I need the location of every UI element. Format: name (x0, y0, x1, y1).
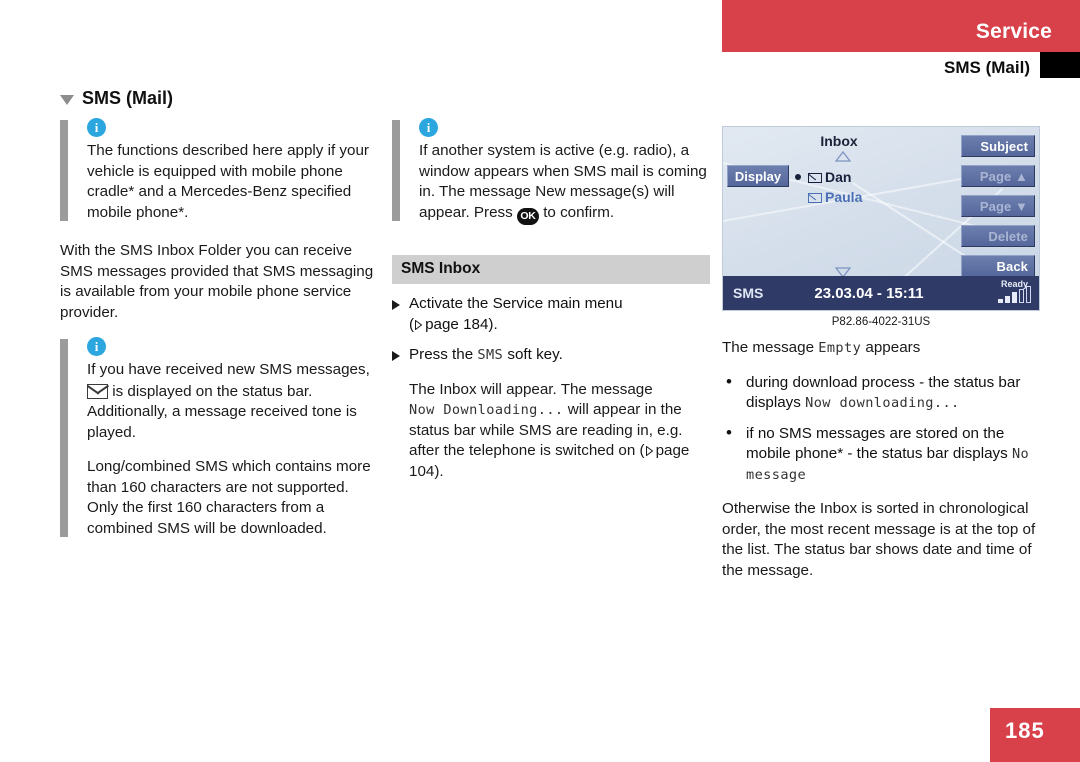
screen-title: Inbox (820, 133, 858, 149)
header-subtitle: SMS (Mail) (944, 58, 1030, 77)
note-2-part2: is displayed on the status bar. Addition… (87, 382, 357, 441)
intro-pre: The message (722, 339, 815, 356)
list-item[interactable]: Dan (795, 167, 862, 187)
note-2-para2: Long/combined SMS which contains more th… (87, 458, 371, 537)
screen-status-bar: SMS 23.03.04 - 15:11 Ready (723, 276, 1039, 310)
right-closing: Otherwise the Inbox is sorted in chronol… (722, 500, 1036, 579)
bullet-1-message: Now downloading... (805, 395, 960, 411)
info-icon: i (419, 118, 438, 137)
manual-page: Service SMS (Mail) SMS (Mail) i The func… (0, 0, 1080, 762)
left-column: i The functions described here apply if … (60, 118, 378, 539)
mail-icon (808, 193, 822, 203)
message-sender: Dan (825, 169, 852, 185)
selected-dot-icon (795, 174, 801, 180)
list-item[interactable]: Paula (795, 187, 862, 207)
header-black-tab (1040, 52, 1080, 78)
result-pre: The Inbox will appear. The message (409, 380, 653, 398)
step-2-softkey-name: SMS (477, 347, 504, 363)
step-arrow-icon (392, 300, 400, 310)
scroll-up-icon (835, 151, 851, 162)
note-block-1: i The functions described here apply if … (60, 118, 378, 223)
note-1-text: The functions described here apply if yo… (87, 142, 369, 221)
step-2-post: soft key. (507, 346, 563, 363)
note-3-text: If another system is active (e.g. radio)… (419, 141, 710, 225)
step-item-1: Activate the Service main menu ( page 184… (392, 294, 710, 335)
header-service-label: Service (975, 20, 1052, 43)
softkey-back[interactable]: Back (961, 255, 1035, 277)
signal-strength-icon (998, 286, 1031, 303)
selected-dot-icon (795, 194, 801, 200)
status-signal-area: Ready (961, 276, 1039, 310)
list-item: if no SMS messages are stored on the mob… (722, 423, 1042, 486)
note-block-2: i If you have received new SMS messages,… (60, 337, 378, 539)
result-status-message: Now Downloading... (409, 402, 564, 418)
message-sender: Paula (825, 189, 863, 205)
mail-icon (808, 173, 822, 183)
softkey-delete[interactable]: Delete (961, 225, 1035, 247)
triangle-down-icon (60, 94, 74, 105)
bullet-2-text: if no SMS messages are stored on the mob… (746, 424, 1008, 463)
left-body-1: With the SMS Inbox Folder you can receiv… (60, 242, 374, 321)
display-soft-key[interactable]: Display (727, 165, 789, 187)
right-bullet-list: during download process - the status bar… (722, 372, 1042, 486)
intro-message: Empty (818, 340, 862, 356)
note-2-part1: If you have received new SMS messages, (87, 361, 370, 378)
softkey-subject[interactable]: Subject (961, 135, 1035, 157)
nav-screen-figure: Inbox Display Dan Paula Subject Page ▲ P… (722, 126, 1040, 311)
step-item-2: Press the SMS soft key. (392, 345, 710, 366)
page-ref-triangle-icon (415, 319, 423, 330)
page-title: SMS (Mail) (60, 88, 173, 109)
mid-column: i If another system is active (e.g. radi… (392, 118, 710, 496)
page-number: 185 (1005, 718, 1045, 743)
step-1-ref: page 184). (425, 315, 498, 333)
message-list: Dan Paula (795, 167, 862, 207)
softkey-page-down[interactable]: Page ▼ (961, 195, 1035, 217)
note-rule (392, 120, 400, 221)
intro-post: appears (865, 339, 921, 356)
step-1-text: Activate the Service main menu (409, 295, 623, 312)
step-arrow-icon (392, 351, 400, 361)
page-title-text: SMS (Mail) (82, 88, 174, 108)
step-2-result: The Inbox will appear. The message Now D… (392, 380, 710, 483)
softkey-page-up[interactable]: Page ▲ (961, 165, 1035, 187)
note-2-text: If you have received new SMS messages, i… (87, 360, 378, 443)
note-3-part2: to confirm. (543, 203, 615, 221)
status-datetime: 23.03.04 - 15:11 (814, 284, 924, 302)
figure-caption: P82.86-4022-31US (831, 316, 931, 328)
subsection-heading: SMS Inbox (392, 255, 710, 284)
info-icon: i (87, 118, 106, 137)
page-ref-triangle-icon (645, 446, 653, 456)
right-intro: The message Empty appears (722, 338, 1042, 359)
note-rule (60, 339, 68, 537)
note-block-3: i If another system is active (e.g. radi… (392, 118, 710, 225)
ok-key-icon: OK (516, 207, 539, 225)
note-rule (60, 120, 68, 221)
step-1-ref-open: ( (409, 315, 415, 333)
right-column: The message Empty appears during downloa… (722, 338, 1042, 595)
list-item: during download process - the status bar… (722, 372, 1042, 414)
step-2-pre: Press the (409, 346, 474, 363)
envelope-icon (87, 383, 108, 399)
info-icon: i (87, 337, 106, 356)
